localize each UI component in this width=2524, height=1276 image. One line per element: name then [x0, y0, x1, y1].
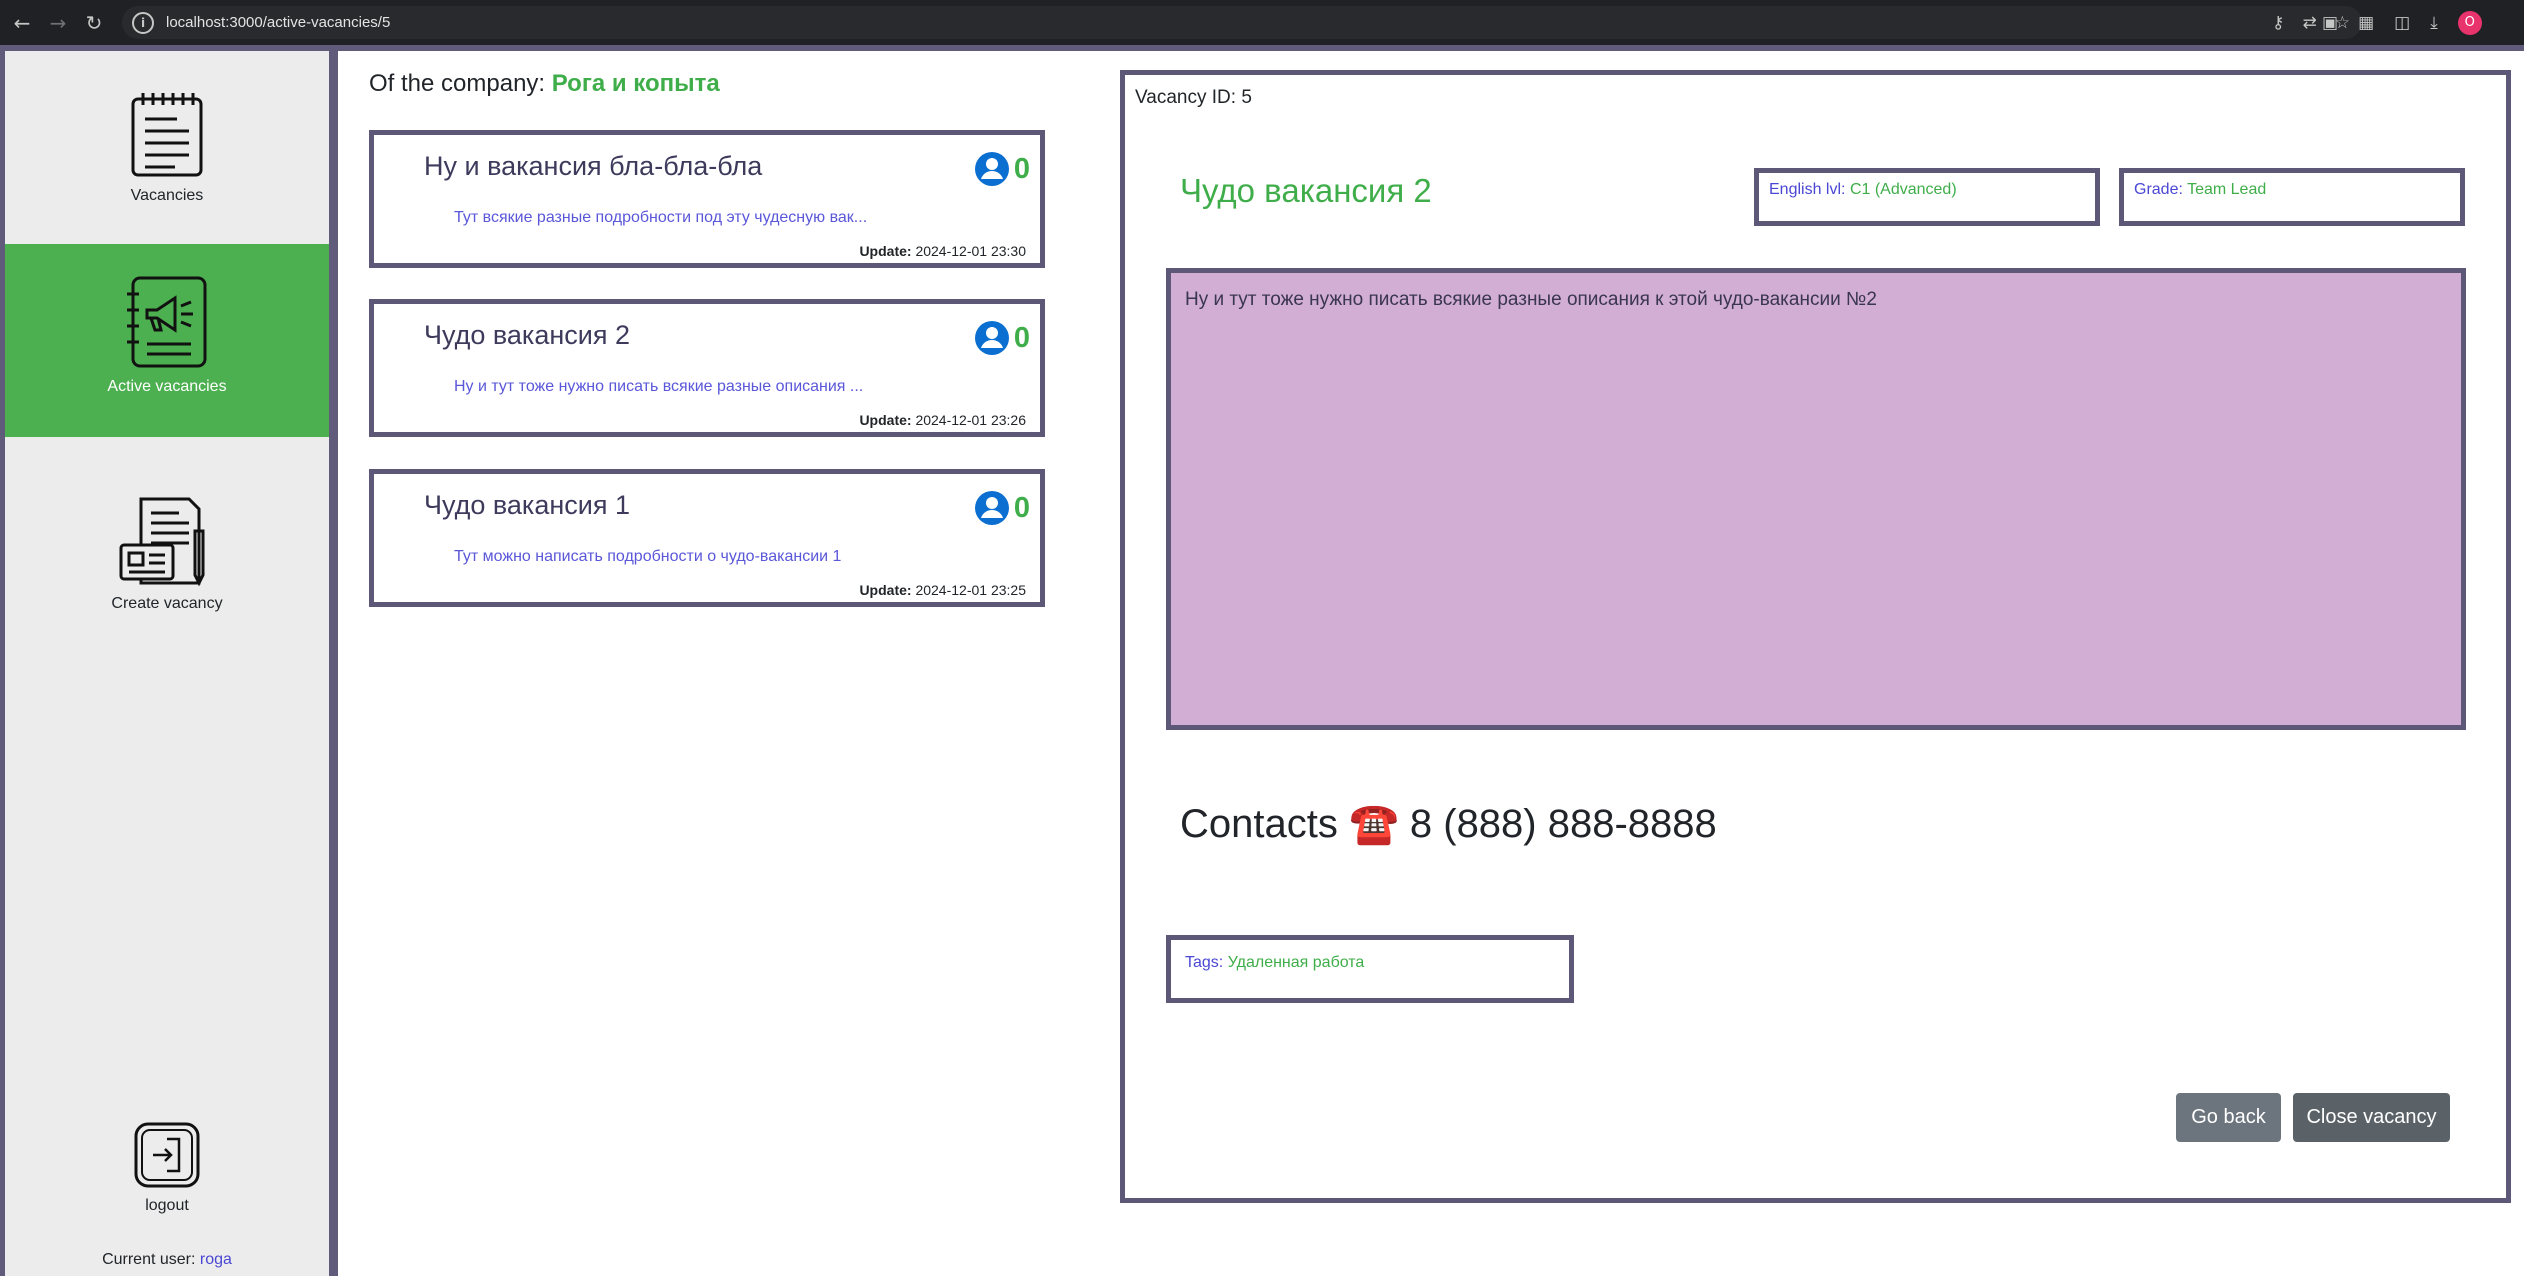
vacancy-card-description: Тут можно написать подробности о чудо-ва…	[454, 548, 842, 565]
close-vacancy-button[interactable]: Close vacancy	[2293, 1093, 2450, 1142]
applicants-count-value: 0	[1013, 321, 1030, 354]
update-label: Update:	[859, 582, 912, 598]
vacancy-card[interactable]: Ну и вакансия бла-бла-бла 0 Тут всякие р…	[369, 130, 1045, 268]
grade-label: Grade:	[2134, 181, 2183, 198]
translate-icon[interactable]: ⇄	[2303, 13, 2317, 33]
forward-arrow-icon[interactable]: →	[44, 9, 72, 37]
user-circle-icon	[974, 321, 1009, 355]
tags-box: Tags: Удаленная работа	[1166, 935, 1574, 1003]
vacancy-card-update: Update: 2024-12-01 23:30	[859, 243, 1026, 259]
go-back-button[interactable]: Go back	[2176, 1093, 2281, 1142]
document-pen-icon	[119, 497, 205, 587]
user-circle-icon	[974, 152, 1009, 186]
megaphone-notebook-icon	[127, 276, 207, 368]
vacancy-card-update: Update: 2024-12-01 23:25	[859, 582, 1026, 598]
contacts-line: Contacts ☎️ 8 (888) 888-8888	[1180, 802, 1717, 846]
vacancy-card-title: Чудо вакансия 2	[424, 320, 630, 350]
sidebar-item-label: logout	[145, 1197, 189, 1214]
logout-door-icon	[134, 1122, 200, 1188]
company-name: Рога и копыта	[551, 70, 720, 97]
vacancy-card[interactable]: Чудо вакансия 1 0 Тут можно написать под…	[369, 469, 1045, 607]
reload-icon[interactable]: ↻	[80, 9, 108, 37]
vacancy-id-label: Vacancy ID:	[1135, 87, 1237, 108]
sidebar-item-active-vacancies[interactable]: Active vacancies	[5, 244, 329, 437]
vacancy-card[interactable]: Чудо вакансия 2 0 Ну и тут тоже нужно пи…	[369, 299, 1045, 437]
vacancy-card-description: Тут всякие разные подробности под эту чу…	[454, 209, 868, 226]
current-user: Current user: roga	[5, 1251, 329, 1269]
vacancy-id-value: 5	[1241, 87, 1252, 108]
vacancy-id: Vacancy ID: 5	[1135, 87, 1252, 109]
tags-label: Tags:	[1185, 954, 1224, 971]
english-level-box: English lvl: C1 (Advanced)	[1754, 168, 2100, 226]
vacancy-title: Чудо вакансия 2	[1180, 172, 1432, 209]
applicants-count-value: 0	[1013, 491, 1030, 524]
download-icon[interactable]: ⤓	[2430, 13, 2438, 33]
update-label: Update:	[859, 243, 912, 259]
puzzle-icon[interactable]: ◫	[2394, 13, 2410, 33]
applicants-count: 0	[974, 490, 1030, 526]
vacancy-detail-panel: Vacancy ID: 5 Чудо вакансия 2 English lv…	[1120, 70, 2511, 1203]
update-label: Update:	[859, 412, 912, 428]
sidebar-item-label: Vacancies	[130, 187, 204, 204]
english-level-label: English lvl:	[1769, 181, 1846, 198]
extension-icon[interactable]: ▣	[2322, 13, 2338, 33]
company-label: Of the company:	[369, 70, 546, 97]
update-date: 2024-12-01 23:26	[915, 412, 1026, 428]
grade-value: Team Lead	[2187, 181, 2267, 198]
vacancy-card-update: Update: 2024-12-01 23:26	[859, 412, 1026, 428]
notepad-icon	[131, 93, 203, 177]
sidebar-item-vacancies[interactable]: Vacancies	[5, 91, 329, 241]
site-info-icon[interactable]: i	[132, 11, 154, 34]
update-date: 2024-12-01 23:30	[915, 243, 1026, 259]
sidebar-item-create-vacancy[interactable]: Create vacancy	[5, 495, 329, 665]
logout-button[interactable]: logout	[5, 1121, 329, 1241]
tags-value: Удаленная работа	[1227, 954, 1365, 971]
back-arrow-icon[interactable]: ←	[8, 9, 36, 37]
current-user-link[interactable]: roga	[200, 1251, 232, 1268]
sidebar: Vacancies Active vacancies Create vacanc…	[0, 51, 338, 1276]
extension-icon[interactable]: ▦	[2358, 13, 2374, 33]
user-circle-icon	[974, 491, 1009, 525]
url-text[interactable]: localhost:3000/active-vacancies/5	[166, 14, 390, 31]
sidebar-item-label: Active vacancies	[107, 378, 227, 395]
applicants-count-value: 0	[1013, 152, 1030, 185]
vacancy-card-title: Чудо вакансия 1	[424, 490, 630, 520]
vacancy-description: Ну и тут тоже нужно писать всякие разные…	[1166, 268, 2466, 730]
grade-box: Grade: Team Lead	[2119, 168, 2465, 226]
applicants-count: 0	[974, 320, 1030, 356]
sidebar-item-label: Create vacancy	[111, 595, 223, 612]
vacancy-card-description: Ну и тут тоже нужно писать всякие разные…	[454, 378, 864, 395]
applicants-count: 0	[974, 151, 1030, 187]
update-date: 2024-12-01 23:25	[915, 582, 1026, 598]
browser-toolbar: ← → ↻ i localhost:3000/active-vacancies/…	[0, 0, 2524, 45]
address-bar[interactable]: i localhost:3000/active-vacancies/5 ⚷ ⇄ …	[122, 6, 2362, 39]
frame-border	[0, 45, 2524, 51]
vacancy-card-title: Ну и вакансия бла-бла-бла	[424, 151, 763, 181]
profile-avatar[interactable]: O	[2457, 10, 2482, 35]
company-heading: Of the company: Рога и копыта	[369, 70, 720, 98]
current-user-label: Current user:	[102, 1251, 196, 1268]
key-icon[interactable]: ⚷	[2272, 13, 2284, 33]
english-level-value: C1 (Advanced)	[1849, 181, 1957, 198]
